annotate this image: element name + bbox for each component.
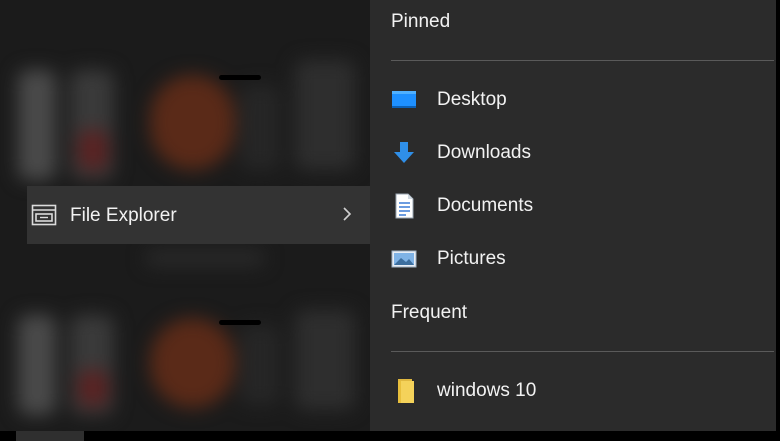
- blurred-tile: [295, 60, 355, 170]
- pinned-divider: [391, 60, 774, 61]
- pinned-item-downloads[interactable]: Downloads: [384, 131, 776, 175]
- pinned-item-documents[interactable]: Documents: [384, 184, 776, 228]
- screen: File Explorer Pinned Desktop Downloads D…: [0, 0, 780, 441]
- frequent-header: Frequent: [391, 302, 468, 323]
- file-explorer-icon: [31, 204, 57, 226]
- blurred-tile: [295, 310, 355, 410]
- pinned-header: Pinned: [391, 11, 451, 32]
- start-menu-background: File Explorer: [0, 0, 370, 431]
- blurred-tile: [240, 85, 280, 170]
- blurred-tile: [18, 70, 56, 180]
- frequent-item-label: windows 10: [437, 380, 537, 401]
- redaction-mark: [219, 75, 261, 80]
- file-explorer-label: File Explorer: [70, 205, 177, 226]
- pinned-item-label: Desktop: [437, 89, 507, 110]
- pinned-item-desktop[interactable]: Desktop: [384, 78, 776, 122]
- bottom-strip: [0, 431, 780, 441]
- jump-list-flyout: Pinned Desktop Downloads Documents Pictu…: [370, 0, 776, 431]
- downloads-arrow-icon: [390, 140, 418, 166]
- pinned-item-pictures[interactable]: Pictures: [384, 237, 776, 281]
- blurred-tile: [145, 250, 265, 266]
- blurred-tile: [150, 75, 235, 170]
- pictures-icon: [390, 246, 418, 272]
- frequent-divider: [391, 351, 774, 352]
- documents-icon: [390, 193, 418, 219]
- bottom-tab: [16, 431, 84, 441]
- desktop-folder-icon: [390, 87, 418, 113]
- blurred-tile: [78, 370, 108, 406]
- blurred-tile: [150, 318, 235, 408]
- file-explorer-item[interactable]: File Explorer: [27, 186, 370, 244]
- pinned-item-label: Downloads: [437, 142, 531, 163]
- redaction-mark: [219, 320, 261, 325]
- frequent-item-windows-10[interactable]: windows 10: [384, 369, 776, 413]
- blurred-tile: [78, 130, 108, 170]
- folder-icon: [390, 378, 418, 404]
- pinned-item-label: Pictures: [437, 248, 506, 269]
- pinned-item-label: Documents: [437, 195, 534, 216]
- blurred-tile: [18, 315, 56, 415]
- blurred-tile: [240, 325, 280, 405]
- chevron-right-icon[interactable]: [342, 206, 352, 222]
- screen-edge: [776, 0, 780, 441]
